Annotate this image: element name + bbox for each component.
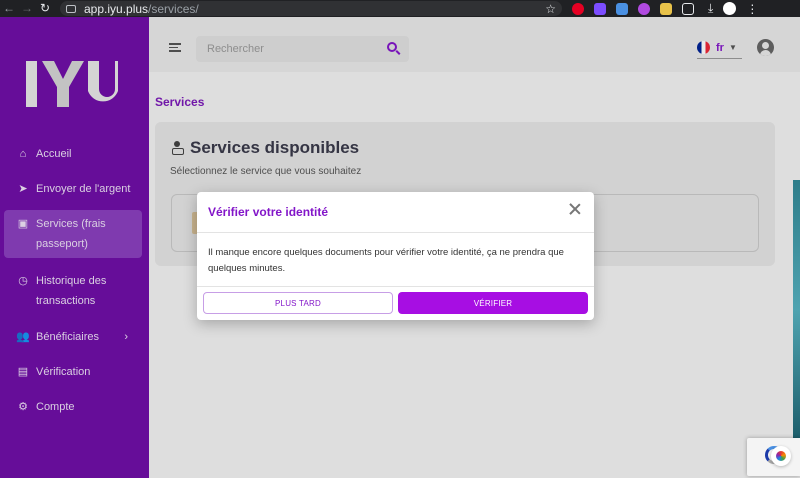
reload-icon[interactable]: ↻: [36, 0, 54, 17]
sidebar-overlay: [0, 17, 149, 478]
later-button[interactable]: PLUS TARD: [203, 292, 393, 314]
browser-menu-icon[interactable]: ⋮: [746, 2, 758, 16]
modal-divider: [197, 232, 594, 233]
profile-avatar-icon[interactable]: [723, 2, 737, 15]
extensions-puzzle-icon[interactable]: [682, 2, 694, 15]
address-bar[interactable]: app.iyu.plus /services/ ☆: [60, 1, 562, 16]
url-path: /services/: [148, 1, 199, 16]
verify-identity-modal: Vérifier votre identité Il manque encore…: [197, 192, 594, 320]
pinterest-extension-icon[interactable]: [572, 2, 584, 15]
extension-icon-3[interactable]: [638, 2, 650, 15]
extension-icon[interactable]: [594, 2, 606, 15]
verify-button[interactable]: VÉRIFIER: [398, 292, 588, 314]
extension-icon-4[interactable]: [660, 2, 672, 15]
back-icon[interactable]: ←: [0, 0, 18, 17]
modal-body: Il manque encore quelques documents pour…: [208, 247, 564, 274]
forward-icon[interactable]: →: [18, 0, 36, 17]
modal-title: Vérifier votre identité: [208, 205, 329, 219]
assistant-floating-button[interactable]: [771, 446, 791, 466]
background-window-edge: [793, 180, 800, 440]
bookmark-star-icon[interactable]: ☆: [545, 2, 556, 16]
site-info-icon[interactable]: [66, 4, 76, 13]
url-host: app.iyu.plus: [84, 1, 149, 16]
close-icon[interactable]: [568, 202, 582, 216]
modal-divider: [197, 286, 594, 287]
extension-icon-2[interactable]: [616, 2, 628, 15]
browser-toolbar: ← → ↻ app.iyu.plus /services/ ☆ ⤓ ⋮: [0, 0, 800, 17]
download-icon[interactable]: ⤓: [708, 1, 713, 16]
